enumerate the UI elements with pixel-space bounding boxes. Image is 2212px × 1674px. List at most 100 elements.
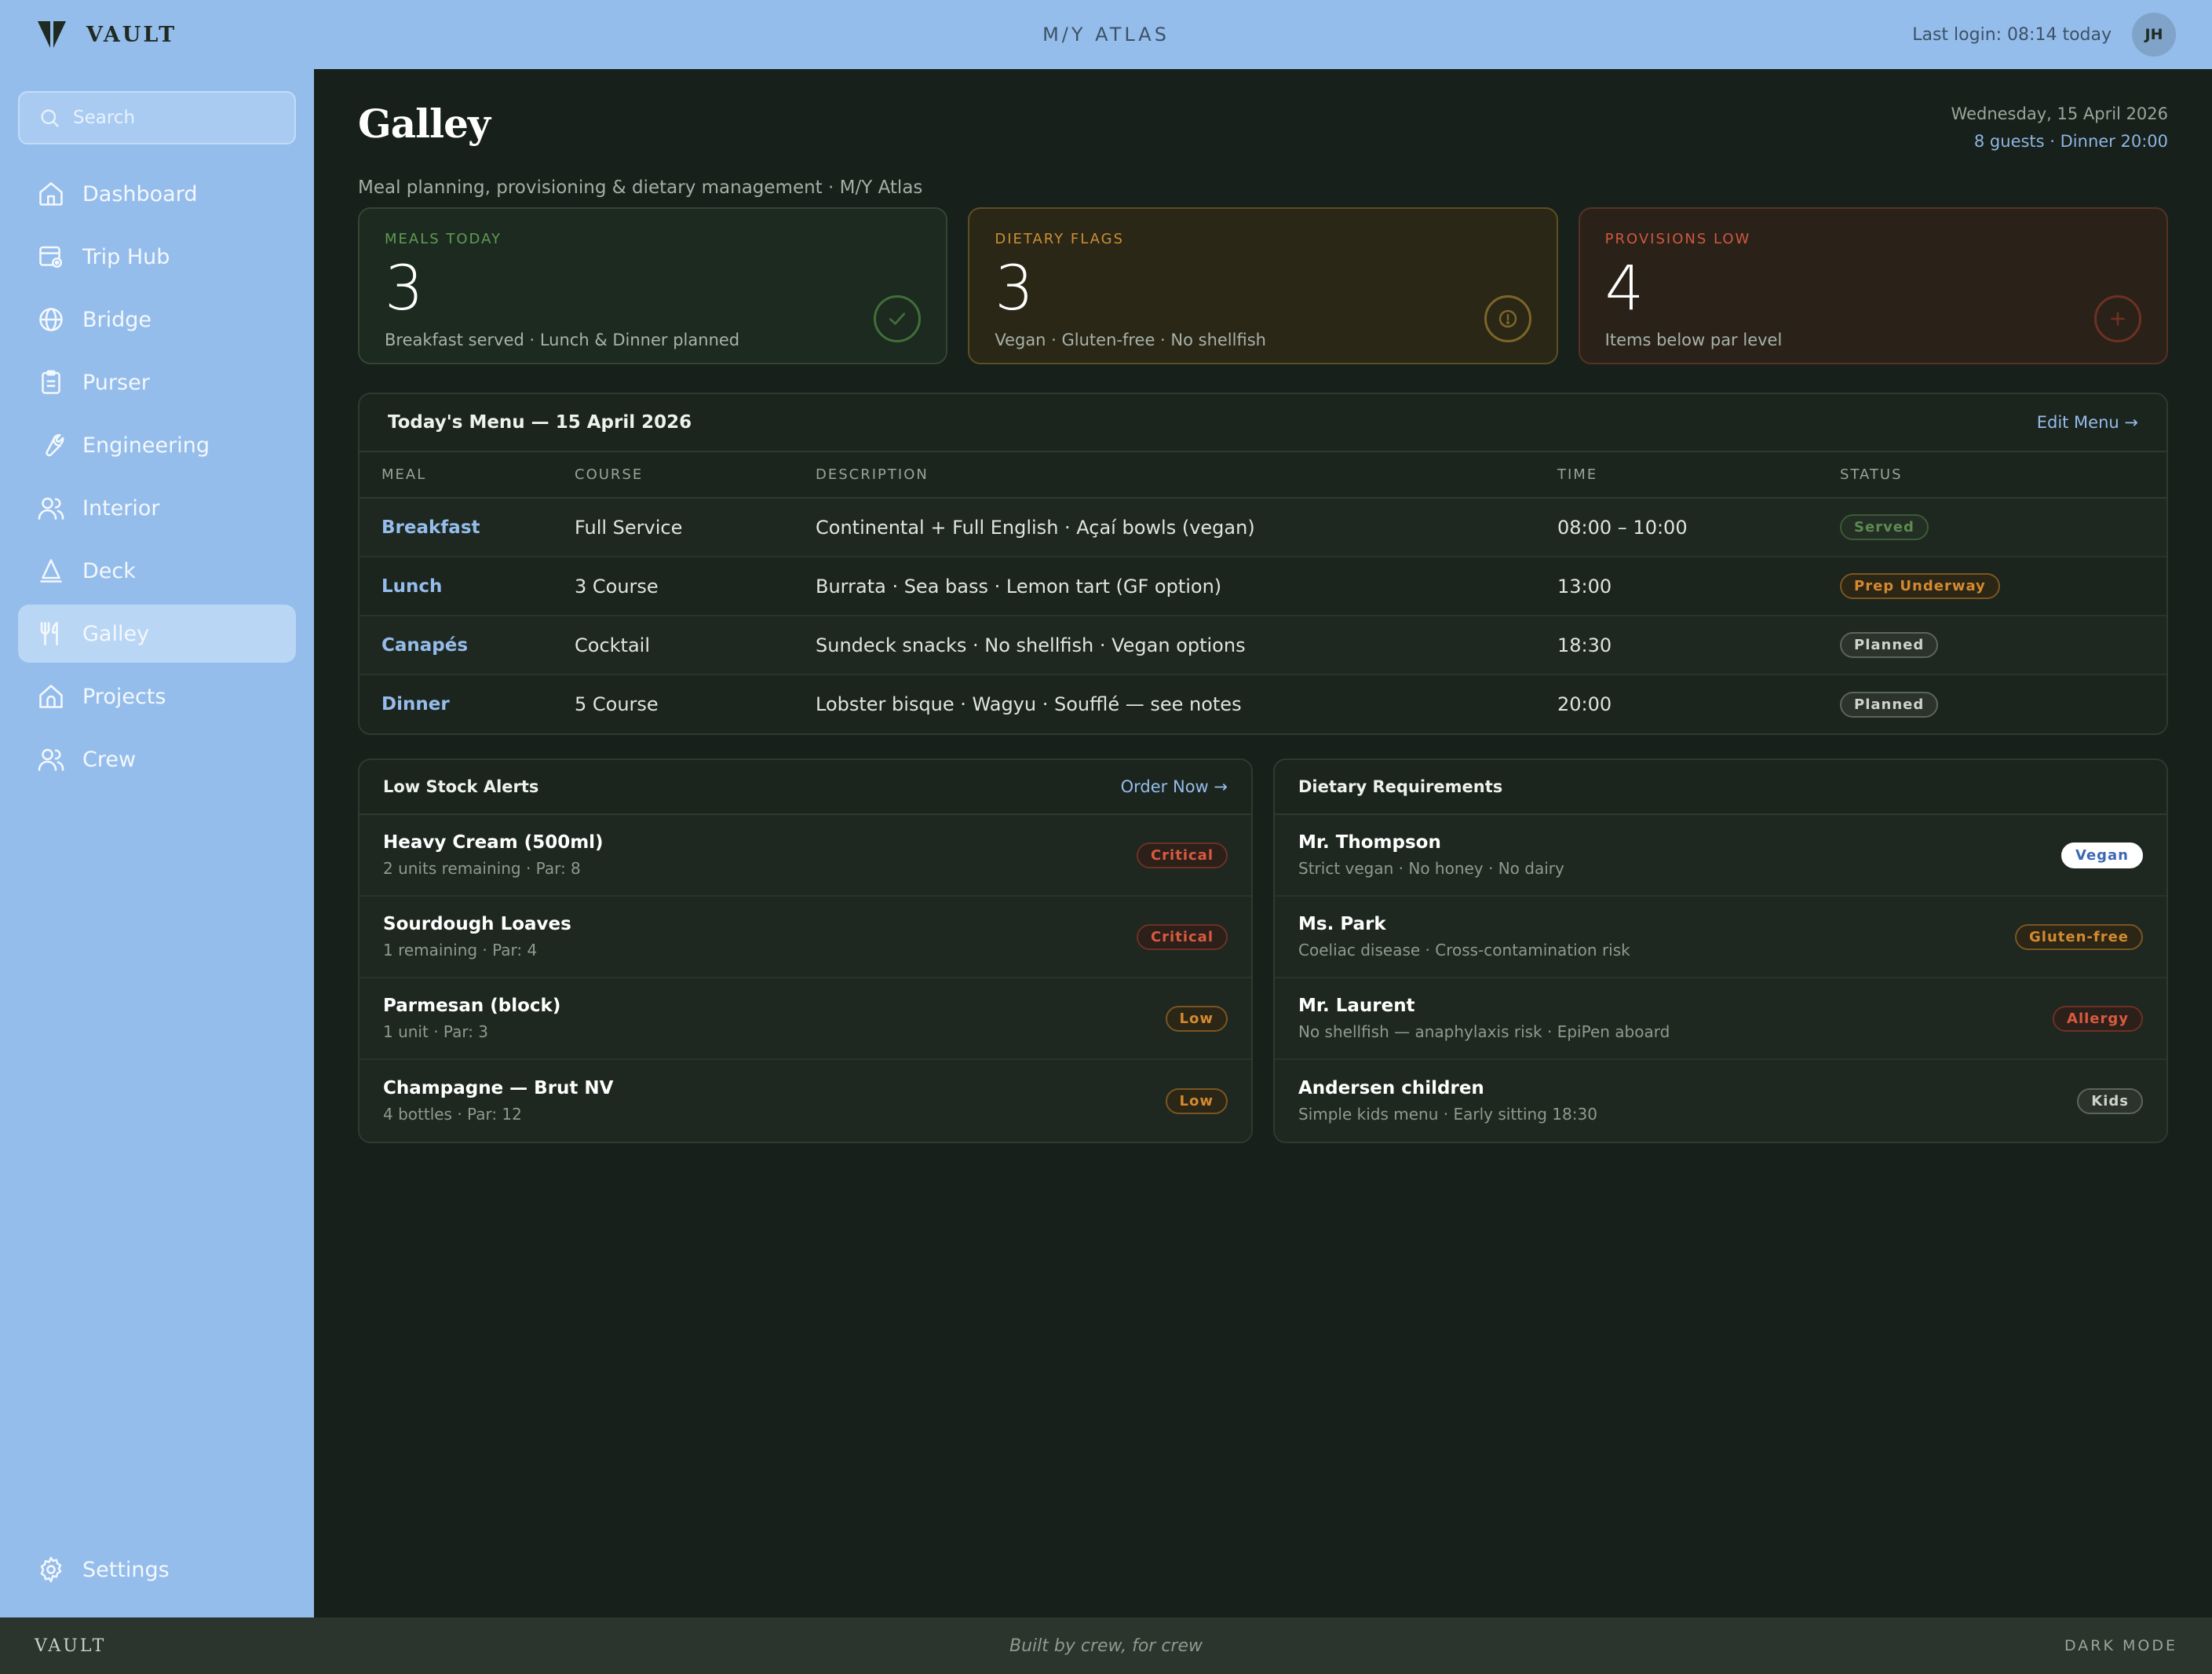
status-cell: Prep Underway: [1840, 557, 2166, 616]
sidebar-item-label: Purser: [82, 370, 150, 395]
column-header-meal[interactable]: MEAL: [360, 452, 575, 499]
guest-summary: 8 guests · Dinner 20:00: [1973, 132, 2168, 151]
list-item[interactable]: Heavy Cream (500ml) 2 units remaining · …: [360, 815, 1251, 897]
item-text: Parmesan (block) 1 unit · Par: 3: [383, 996, 560, 1041]
menu-panel-header: Today's Menu — 15 April 2026 Edit Menu →: [360, 394, 2166, 452]
list-item[interactable]: Mr. Laurent No shellfish — anaphylaxis r…: [1275, 978, 2166, 1060]
last-login: Last login: 08:14 today: [1912, 24, 2112, 45]
stat-card-meals[interactable]: MEALS TODAY 3 Breakfast served · Lunch &…: [358, 207, 948, 364]
main-content: Galley Meal planning, provisioning & die…: [314, 69, 2212, 1617]
column-header-time[interactable]: TIME: [1557, 452, 1840, 499]
guest-text: Ms. Park Coeliac disease · Cross-contami…: [1298, 914, 1630, 959]
globe-icon: [39, 308, 63, 331]
table-row[interactable]: Dinner 5 Course Lobster bisque · Wagyu ·…: [360, 674, 2166, 733]
dark-mode-toggle[interactable]: DARK MODE: [2064, 1637, 2177, 1654]
course-cell: Full Service: [575, 498, 816, 557]
meal-link[interactable]: Breakfast: [360, 498, 575, 557]
brand-name: VAULT: [86, 22, 177, 47]
status-cell: Planned: [1840, 616, 2166, 675]
table-row[interactable]: Breakfast Full Service Continental + Ful…: [360, 498, 2166, 557]
list-item[interactable]: Parmesan (block) 1 unit · Par: 3 Low: [360, 978, 1251, 1060]
sidebar-item-bridge[interactable]: Bridge: [18, 291, 296, 349]
item-name: Heavy Cream (500ml): [383, 832, 604, 853]
item-name: Parmesan (block): [383, 996, 561, 1016]
edit-menu-link[interactable]: Edit Menu →: [2037, 413, 2138, 432]
dietary-title: Dietary Requirements: [1298, 777, 1503, 796]
sidebar-item-engineering[interactable]: Engineering: [18, 416, 296, 474]
search-icon: [41, 109, 59, 127]
table-row[interactable]: Lunch 3 Course Burrata · Sea bass · Lemo…: [360, 557, 2166, 616]
list-item[interactable]: Mr. Thompson Strict vegan · No honey · N…: [1275, 815, 2166, 897]
column-header-description[interactable]: DESCRIPTION: [816, 452, 1557, 499]
guest-text: Andersen children Simple kids menu · Ear…: [1298, 1078, 1597, 1124]
sidebar-item-deck[interactable]: Deck: [18, 542, 296, 600]
column-header-course[interactable]: COURSE: [575, 452, 816, 499]
avatar[interactable]: JH: [2132, 13, 2176, 57]
sidebar-item-purser[interactable]: Purser: [18, 353, 296, 411]
guest-detail: Coeliac disease · Cross-contamination ri…: [1298, 941, 1630, 959]
sidebar-item-dashboard[interactable]: Dashboard: [18, 165, 296, 223]
menu-panel: Today's Menu — 15 April 2026 Edit Menu →…: [358, 393, 2168, 735]
order-now-link[interactable]: Order Now →: [1121, 777, 1228, 796]
plus-icon: [2093, 295, 2141, 342]
sidebar-item-settings[interactable]: Settings: [18, 1541, 296, 1599]
stat-label: PROVISIONS LOW: [1604, 231, 1751, 247]
guest-detail: Simple kids menu · Early sitting 18:30: [1298, 1105, 1597, 1124]
brand[interactable]: VAULT: [36, 18, 177, 51]
stat-card-dietary[interactable]: DIETARY FLAGS 3 Vegan · Gluten-free · No…: [968, 207, 1558, 364]
item-detail: 4 bottles · Par: 12: [383, 1105, 522, 1124]
sidebar-item-projects[interactable]: Projects: [18, 667, 296, 726]
sidebar-item-crew[interactable]: Crew: [18, 730, 296, 788]
stat-label: MEALS TODAY: [385, 231, 502, 247]
guest-name: Ms. Park: [1298, 914, 1386, 934]
info-icon: [1484, 295, 1531, 342]
list-item[interactable]: Champagne — Brut NV 4 bottles · Par: 12 …: [360, 1060, 1251, 1142]
description-cell: Sundeck snacks · No shellfish · Vegan op…: [816, 616, 1557, 675]
item-detail: 2 units remaining · Par: 8: [383, 859, 581, 878]
footer: VAULT Built by crew, for crew DARK MODE: [0, 1617, 2212, 1674]
footer-tagline: Built by crew, for crew: [1009, 1636, 1203, 1656]
guest-text: Mr. Thompson Strict vegan · No honey · N…: [1298, 832, 1564, 878]
meal-link[interactable]: Dinner: [360, 674, 575, 733]
guest-name: Andersen children: [1298, 1078, 1484, 1098]
list-item[interactable]: Andersen children Simple kids menu · Ear…: [1275, 1060, 2166, 1142]
sidebar-item-trip-hub[interactable]: Trip Hub: [18, 228, 296, 286]
vault-logo-icon: [38, 21, 66, 48]
table-row[interactable]: Canapés Cocktail Sundeck snacks · No she…: [360, 616, 2166, 675]
column-header-status[interactable]: STATUS: [1840, 452, 2166, 499]
status-badge: Prep Underway: [1840, 573, 2000, 599]
list-item[interactable]: Ms. Park Coeliac disease · Cross-contami…: [1275, 897, 2166, 978]
stock-badge: Low: [1165, 1005, 1228, 1032]
list-item[interactable]: Sourdough Loaves 1 remaining · Par: 4 Cr…: [360, 897, 1251, 978]
page-meta: Wednesday, 15 April 2026 8 guests · Dinn…: [1951, 101, 2168, 155]
sidebar-item-interior[interactable]: Interior: [18, 479, 296, 537]
sidebar: Dashboard Trip Hub Bridge Purser Enginee…: [0, 69, 314, 1617]
time-cell: 13:00: [1557, 557, 1840, 616]
status-badge: Planned: [1840, 691, 1939, 718]
dietary-panel: Dietary Requirements Mr. Thompson Strict…: [1273, 758, 2168, 1143]
stat-card-provisions[interactable]: PROVISIONS LOW 4 Items below par level: [1578, 207, 2168, 364]
search-box[interactable]: [18, 91, 296, 144]
guest-name: Mr. Laurent: [1298, 996, 1415, 1016]
sidebar-item-label: Projects: [82, 684, 166, 709]
sidebar-item-galley[interactable]: Galley: [18, 605, 296, 663]
sidebar-item-label: Dashboard: [82, 181, 198, 207]
description-cell: Burrata · Sea bass · Lemon tart (GF opti…: [816, 557, 1557, 616]
search-input[interactable]: [73, 108, 277, 128]
stat-description: Breakfast served · Lunch & Dinner planne…: [385, 331, 740, 349]
home-icon: [39, 182, 63, 206]
sidebar-item-label: Interior: [82, 495, 160, 521]
stat-cards: MEALS TODAY 3 Breakfast served · Lunch &…: [358, 207, 2168, 364]
table-header-row: MEAL COURSE DESCRIPTION TIME STATUS: [360, 452, 2166, 499]
item-text: Champagne — Brut NV 4 bottles · Par: 12: [383, 1078, 613, 1124]
meal-link[interactable]: Lunch: [360, 557, 575, 616]
footer-brand: VAULT: [35, 1636, 107, 1656]
meal-link[interactable]: Canapés: [360, 616, 575, 675]
dietary-badge: Vegan: [2061, 842, 2143, 868]
time-cell: 20:00: [1557, 693, 1612, 715]
low-stock-panel: Low Stock Alerts Order Now → Heavy Cream…: [358, 758, 1253, 1143]
stat-value: 3: [385, 254, 424, 324]
page-header: Galley Meal planning, provisioning & die…: [358, 101, 2168, 203]
sidebar-item-label: Trip Hub: [82, 244, 170, 269]
top-bar: VAULT M/Y ATLAS Last login: 08:14 today …: [0, 0, 2212, 69]
